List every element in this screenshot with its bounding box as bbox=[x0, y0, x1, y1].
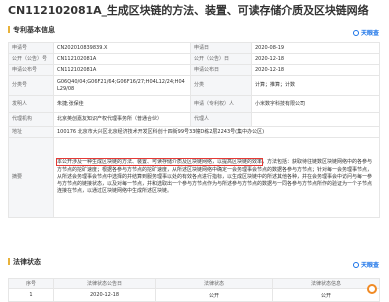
col-info-header: 法律状态信息 bbox=[272, 278, 380, 289]
app-pub-no-value: CN112102081A bbox=[53, 64, 191, 76]
col-no-header: 序号 bbox=[8, 278, 54, 289]
legal-status-table: 序号 法律状态公告日 法律状态 法律状态信息 1 2020-12-18 公开 公… bbox=[8, 278, 380, 302]
app-date-label: 申请日 bbox=[190, 42, 252, 54]
pub-no-label: 公开（公告）号 bbox=[8, 53, 54, 65]
class-no-value: G06Q40/04;G06F21/64;G06F16/27;H04L12/24;… bbox=[53, 75, 191, 96]
agent-value bbox=[251, 112, 380, 127]
col-status-header: 法律状态 bbox=[155, 278, 273, 289]
address-value: 100176 北京市大兴区北京经济技术开发区科创十四街99号33幢D栋2层224… bbox=[53, 126, 380, 138]
tianyancha-icon bbox=[353, 29, 359, 36]
pub-date-value: 2020-12-18 bbox=[251, 53, 380, 65]
section-marker bbox=[8, 258, 10, 265]
legal-status-heading-text: 法律状态 bbox=[13, 258, 41, 266]
tianyancha-logo-text: 天眼查 bbox=[361, 262, 380, 269]
floating-circle-button[interactable] bbox=[367, 284, 377, 294]
app-date-value: 2020-08-19 bbox=[251, 42, 380, 54]
inventor-label: 发明人 bbox=[8, 95, 54, 113]
address-label: 地址 bbox=[8, 126, 54, 138]
patent-title: CN112102081A_生成区块链的方法、装置、可读存储介质及区块链网络 bbox=[8, 4, 369, 17]
tianyancha-logo-text: 天眼查 bbox=[361, 30, 380, 37]
abstract-label: 摘要 bbox=[8, 137, 54, 218]
class-no-label: 分类号 bbox=[8, 75, 54, 96]
tianyancha-logo: 天眼查 bbox=[353, 28, 379, 37]
applicant-label: 申请（专利权）人 bbox=[190, 95, 252, 113]
app-no-label: 申请号 bbox=[8, 42, 54, 54]
col-date-header: 法律状态公告日 bbox=[53, 278, 156, 289]
pub-no-value: CN112102081A bbox=[53, 53, 191, 65]
pub-date-label: 公开（公告）日 bbox=[190, 53, 252, 65]
agency-link[interactable]: 北京英创嘉友知识产权代理事务所（普通合伙） bbox=[53, 112, 191, 127]
abstract-value: 本公开涉及一种生成区块链的方法、装置、可读存储介质及区块链网络，以提高区块链的效… bbox=[53, 137, 380, 218]
legal-status-heading: 法律状态 bbox=[8, 257, 41, 267]
basic-info-heading: 专利基本信息 bbox=[8, 25, 55, 35]
section-marker bbox=[8, 26, 10, 33]
tianyancha-logo-2: 天眼查 bbox=[353, 260, 379, 269]
class-value: 计算；推算；计数 bbox=[251, 75, 380, 96]
tianyancha-icon bbox=[353, 261, 359, 268]
basic-info-table: 申请号 CN202010839839.X 申请日 2020-08-19 公开（公… bbox=[8, 42, 380, 218]
app-pub-date-label: 申请公布日 bbox=[190, 64, 252, 76]
applicant-link[interactable]: 小米数字科技有限公司 bbox=[251, 95, 380, 113]
app-pub-no-label: 申请公布号 bbox=[8, 64, 54, 76]
inventor-value: 朱捷;张保佳 bbox=[53, 95, 191, 113]
agent-label: 代理人 bbox=[190, 112, 252, 127]
app-no-value: CN202010839839.X bbox=[53, 42, 191, 54]
app-pub-date-value: 2020-12-18 bbox=[251, 64, 380, 76]
abstract-highlight: 本公开涉及一种生成区块链的方法、装置、可读存储介质及区块链网络，以提高区块链的效… bbox=[55, 158, 264, 167]
class-label: 分类 bbox=[190, 75, 252, 96]
agency-label: 代理机构 bbox=[8, 112, 54, 127]
basic-info-heading-text: 专利基本信息 bbox=[13, 26, 55, 34]
